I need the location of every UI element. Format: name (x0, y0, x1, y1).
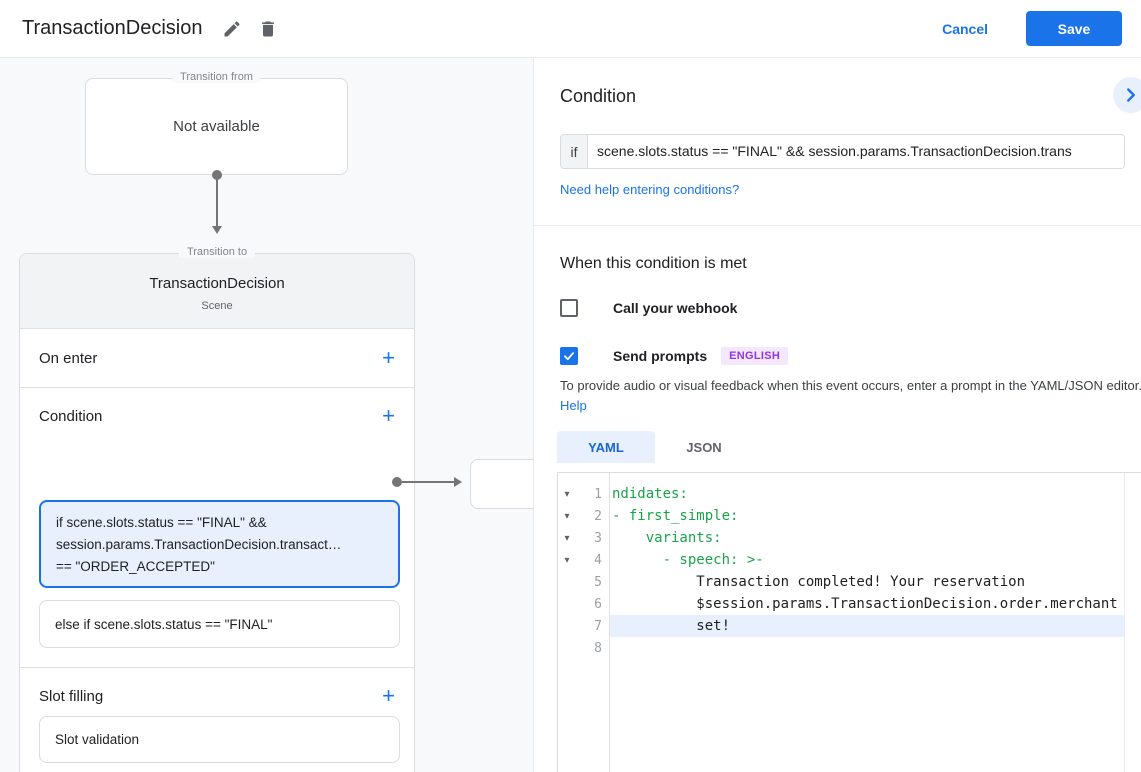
condition-card[interactable]: else if scene.slots.status == "FINAL" (39, 600, 400, 648)
slot-card-label: Slot validation (55, 732, 140, 747)
prompts-checkbox-row: Send prompts ENGLISH (560, 347, 789, 365)
connector-line-horizontal (402, 481, 454, 483)
edit-button[interactable] (214, 11, 250, 47)
transition-to-card: Transition to TransactionDecision Scene … (19, 246, 415, 772)
line-number: 8 (594, 640, 602, 656)
language-badge: ENGLISH (721, 347, 789, 365)
trash-icon (262, 21, 275, 36)
send-prompts-checkbox[interactable] (560, 347, 578, 365)
on-enter-label: On enter (39, 349, 98, 367)
slot-filling-label: Slot filling (39, 687, 104, 705)
yaml-code-editor[interactable]: ▾ 1 ▾ 2 ▾ 3 ▾ 4 5 6 7 8 ndidates: - first_si… (557, 472, 1141, 772)
code-line: ndidates: (612, 486, 688, 502)
line-number: 3 (594, 530, 602, 546)
arrow-down-icon (212, 226, 222, 234)
pencil-icon (224, 20, 240, 36)
transition-to-legend: Transition to (178, 246, 256, 258)
if-label: if (561, 135, 588, 168)
condition-section-header: Condition + (20, 401, 414, 431)
code-line: - first_simple: (612, 508, 739, 524)
top-bar: TransactionDecision Cancel Save (0, 0, 1141, 58)
fold-toggle-icon[interactable]: ▾ (558, 511, 576, 522)
tab-yaml[interactable]: YAML (557, 431, 655, 463)
line-number: 1 (594, 486, 602, 502)
fold-toggle-icon[interactable]: ▾ (558, 489, 576, 500)
transition-from-box: Transition from Not available (85, 71, 348, 175)
condition-line: if scene.slots.status == "FINAL" && (56, 515, 267, 530)
slot-filling-section-header: Slot filling + (20, 681, 414, 711)
editor-code-area[interactable]: ndidates: - first_simple: variants: - sp… (610, 473, 1124, 772)
panel-heading: Condition (560, 86, 637, 106)
condition-line: == "ORDER_ACCEPTED" (56, 559, 215, 574)
on-enter-section: On enter + (20, 329, 414, 388)
add-condition-button[interactable]: + (382, 405, 395, 427)
condition-line: session.params.TransactionDecision.trans… (56, 537, 342, 552)
condition-detail-panel: Condition if scene.slots.status == "FINA… (533, 58, 1141, 772)
line-number: 6 (594, 596, 602, 612)
editor-gutter: ▾ 1 ▾ 2 ▾ 3 ▾ 4 5 6 7 8 (558, 473, 610, 772)
editor-format-tabs: YAML JSON (557, 431, 753, 463)
condition-expression-row: if scene.slots.status == "FINAL" && sess… (560, 134, 1125, 169)
add-slot-button[interactable]: + (382, 685, 395, 707)
transition-target-node[interactable] (470, 459, 533, 509)
fold-toggle-icon[interactable]: ▾ (558, 533, 576, 544)
collapse-panel-button[interactable] (1113, 77, 1141, 113)
check-icon (564, 352, 574, 361)
tab-json[interactable]: JSON (655, 431, 753, 463)
slot-card-validation[interactable]: Slot validation (39, 716, 400, 763)
condition-card-selected[interactable]: if scene.slots.status == "FINAL" && sess… (39, 500, 400, 588)
connector-dot (392, 477, 402, 487)
transition-from-content: Not available (173, 118, 260, 135)
connector-line-vertical (216, 178, 218, 226)
line-number: 4 (594, 552, 602, 568)
prompt-editor-description: To provide audio or visual feedback when… (560, 376, 1141, 416)
fold-toggle-icon[interactable]: ▾ (558, 555, 576, 566)
line-number: 7 (594, 618, 602, 634)
add-on-enter-button[interactable]: + (382, 347, 395, 369)
editor-scrollbar-track[interactable] (1124, 473, 1141, 772)
cancel-button[interactable]: Cancel (942, 21, 988, 37)
arrow-right-icon (454, 477, 462, 487)
save-button[interactable]: Save (1026, 11, 1122, 46)
page-title: TransactionDecision (22, 17, 203, 39)
code-line: variants: (612, 530, 722, 546)
scene-title: TransactionDecision (149, 275, 285, 292)
panel-divider (534, 225, 1141, 226)
scene-flow-canvas: Transition from Not available Transition… (0, 58, 533, 772)
description-text: To provide audio or visual feedback when… (560, 378, 1141, 393)
scene-subtitle: Scene (201, 300, 233, 312)
section-divider (20, 667, 414, 668)
condition-expression-input[interactable]: scene.slots.status == "FINAL" && session… (588, 135, 1124, 168)
when-condition-heading: When this condition is met (560, 255, 747, 272)
line-number: 5 (594, 574, 602, 590)
code-line: $session.params.TransactionDecision.orde… (612, 596, 1118, 612)
line-number: 2 (594, 508, 602, 524)
code-line-highlighted: set! (610, 615, 1124, 637)
code-line: Transaction completed! Your reservation (612, 574, 1026, 590)
condition-label: Condition (39, 407, 103, 425)
code-line (610, 637, 1124, 659)
help-link[interactable]: Help (560, 398, 587, 413)
delete-button[interactable] (250, 11, 286, 47)
transition-from-legend: Transition from (172, 71, 261, 83)
send-prompts-label: Send prompts (613, 348, 708, 364)
call-webhook-checkbox[interactable] (560, 299, 578, 317)
chevron-right-icon (1127, 88, 1135, 102)
condition-line: else if scene.slots.status == "FINAL" (55, 616, 273, 632)
conditions-help-link[interactable]: Need help entering conditions? (560, 182, 739, 197)
call-webhook-label: Call your webhook (613, 300, 738, 316)
scene-header: TransactionDecision Scene (20, 254, 414, 329)
webhook-checkbox-row: Call your webhook (560, 299, 737, 317)
code-line: - speech: >- (612, 552, 764, 568)
